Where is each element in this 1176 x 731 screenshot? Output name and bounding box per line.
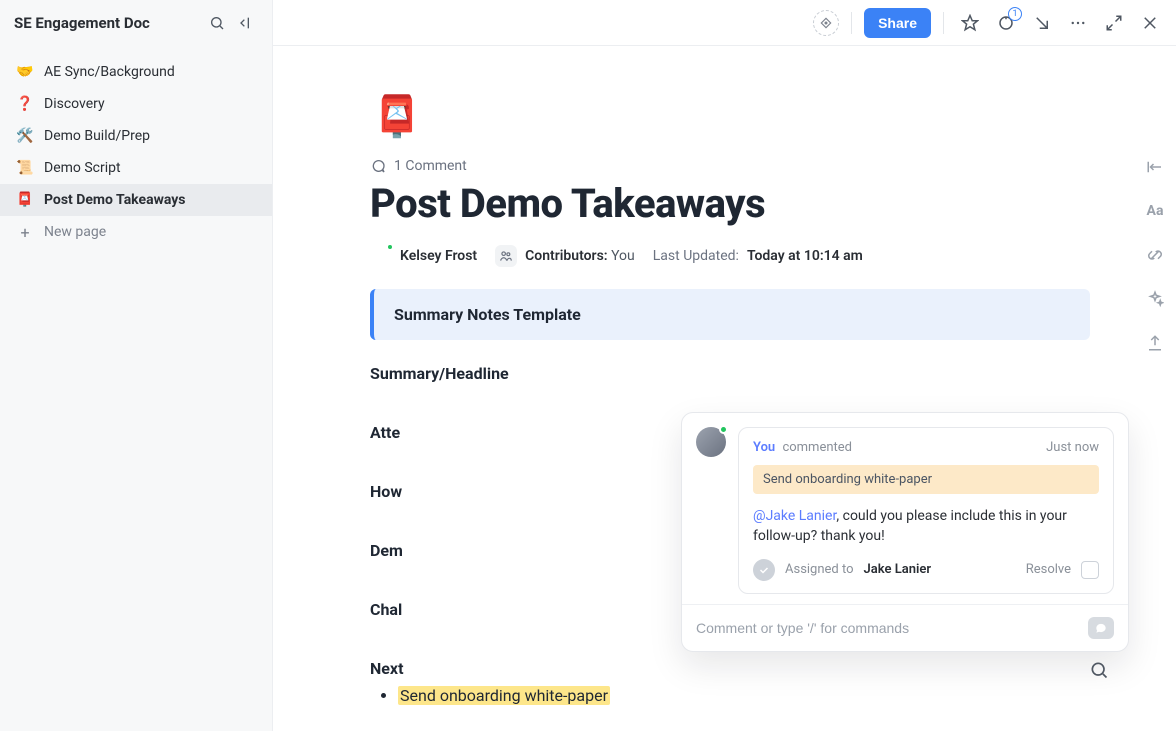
sidebar-item-label: Post Demo Takeaways: [44, 192, 256, 208]
last-updated-label: Last Updated:: [653, 248, 739, 264]
sidebar-item-label: Discovery: [44, 96, 256, 112]
highlighted-text: Send onboarding white-paper: [398, 686, 610, 705]
comment-icon: [370, 158, 386, 174]
comment-verb: commented: [782, 440, 852, 455]
text-style-icon[interactable]: Aa: [1144, 200, 1166, 222]
sidebar: SE Engagement Doc 🤝 AE Sync/Background ❓…: [0, 0, 273, 731]
comment-count-label: 1 Comment: [394, 158, 467, 174]
presence-dot-icon: [719, 425, 728, 434]
sidebar-item-post-demo[interactable]: 📮 Post Demo Takeaways: [0, 184, 272, 216]
expand-icon[interactable]: [1100, 9, 1128, 37]
comment-card: You commented Just now Send onboarding w…: [738, 427, 1114, 594]
comment-input[interactable]: [696, 620, 1078, 636]
plus-icon: +: [16, 223, 34, 242]
assignee-name[interactable]: Jake Lanier: [864, 562, 932, 577]
page-emoji[interactable]: 📮: [370, 86, 424, 146]
comment-count[interactable]: 1 Comment: [370, 158, 1090, 174]
app-root: SE Engagement Doc 🤝 AE Sync/Background ❓…: [0, 0, 1176, 731]
tag-icon[interactable]: [813, 10, 839, 36]
divider: [851, 12, 852, 34]
assignment-row: Assigned to Jake Lanier Resolve: [753, 559, 1099, 581]
sidebar-item-discovery[interactable]: ❓ Discovery: [0, 88, 272, 120]
more-icon[interactable]: [1064, 9, 1092, 37]
resolve-checkbox[interactable]: [1081, 561, 1099, 579]
sidebar-item-ae-sync[interactable]: 🤝 AE Sync/Background: [0, 56, 272, 88]
search-icon[interactable]: [204, 10, 230, 36]
link-icon[interactable]: [1144, 244, 1166, 266]
section-next[interactable]: Next: [370, 659, 1090, 678]
star-icon[interactable]: [956, 9, 984, 37]
contributors-value: You: [611, 248, 635, 264]
notification-icon[interactable]: 1: [992, 9, 1020, 37]
sparkle-icon[interactable]: [1144, 288, 1166, 310]
comment-popover: You commented Just now Send onboarding w…: [681, 412, 1129, 652]
notification-badge: 1: [1008, 7, 1022, 21]
page-title[interactable]: Post Demo Takeaways: [370, 180, 1090, 227]
sidebar-item-label: Demo Script: [44, 160, 256, 176]
list-item[interactable]: .: [398, 391, 1090, 409]
question-icon: ❓: [16, 96, 34, 112]
author-avatar: [370, 245, 392, 267]
sidebar-item-demo-script[interactable]: 📜 Demo Script: [0, 152, 272, 184]
comment-header: You commented Just now: [753, 440, 1099, 455]
list-item[interactable]: Send onboarding white-paper: [398, 686, 1090, 704]
share-button[interactable]: Share: [864, 8, 931, 38]
contributors-chip[interactable]: Contributors: You: [495, 245, 635, 267]
sidebar-item-label: Demo Build/Prep: [44, 128, 256, 144]
assigned-label: Assigned to: [785, 562, 854, 577]
sidebar-item-demo-build[interactable]: 🛠️ Demo Build/Prep: [0, 120, 272, 152]
last-updated-value: Today at 10:14 am: [747, 248, 863, 264]
bullet-list[interactable]: Send onboarding white-paper: [398, 686, 1090, 704]
mention[interactable]: @Jake Lanier: [753, 508, 836, 524]
resolve-label: Resolve: [1026, 562, 1071, 577]
check-icon: [753, 559, 775, 581]
send-icon[interactable]: [1088, 617, 1114, 639]
topbar: Share 1: [273, 0, 1176, 46]
section-summary[interactable]: Summary/Headline: [370, 364, 1090, 383]
presence-dot-icon: [386, 243, 394, 251]
popover-body: You commented Just now Send onboarding w…: [682, 413, 1128, 604]
tools-icon: 🛠️: [16, 128, 34, 144]
sidebar-item-label: New page: [44, 224, 256, 240]
people-icon: [495, 245, 517, 267]
scroll-icon: 📜: [16, 160, 34, 176]
author-name: Kelsey Frost: [400, 248, 477, 264]
right-rail: Aa: [1134, 46, 1176, 354]
upload-icon[interactable]: [1144, 332, 1166, 354]
comment-time: Just now: [1046, 440, 1099, 455]
sidebar-item-label: AE Sync/Background: [44, 64, 256, 80]
sidebar-new-page[interactable]: + New page: [0, 216, 272, 248]
sidebar-list: 🤝 AE Sync/Background ❓ Discovery 🛠️ Demo…: [0, 46, 272, 258]
handshake-icon: 🤝: [16, 64, 34, 80]
comment-author: You: [753, 440, 775, 455]
page-search-icon[interactable]: [1086, 657, 1112, 683]
postbox-icon: 📮: [16, 192, 34, 208]
sidebar-header: SE Engagement Doc: [0, 0, 272, 46]
collapse-sidebar-icon[interactable]: [232, 10, 258, 36]
close-icon[interactable]: [1136, 9, 1164, 37]
download-icon[interactable]: [1028, 9, 1056, 37]
bullet-list[interactable]: .: [398, 391, 1090, 409]
callout-text: Summary Notes Template: [394, 305, 581, 324]
divider: [943, 12, 944, 34]
indent-icon[interactable]: [1144, 156, 1166, 178]
meta-row: Kelsey Frost Contributors: You Last Upda…: [370, 245, 1090, 267]
author-chip[interactable]: Kelsey Frost: [370, 245, 477, 267]
contributors-label: Contributors:: [525, 248, 607, 264]
commenter-avatar: [696, 427, 726, 457]
main: Share 1: [273, 0, 1176, 731]
comment-input-row: [682, 604, 1128, 651]
comment-quote: Send onboarding white-paper: [753, 465, 1099, 494]
comment-message: @Jake Lanier, could you please include t…: [753, 506, 1099, 547]
last-updated: Last Updated: Today at 10:14 am: [653, 248, 863, 264]
sidebar-title: SE Engagement Doc: [14, 14, 202, 32]
callout-block[interactable]: Summary Notes Template: [370, 289, 1090, 340]
